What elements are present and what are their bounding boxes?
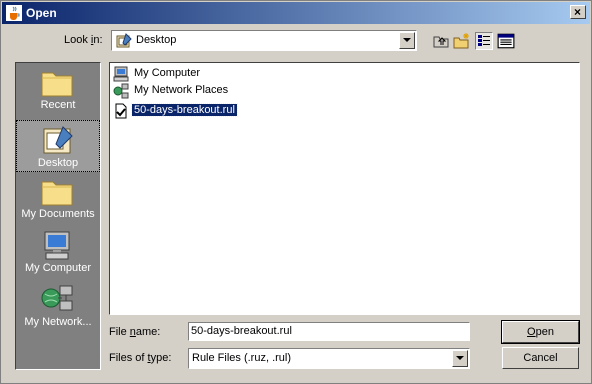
up-one-level-icon[interactable] <box>432 32 450 50</box>
desktop-icon <box>43 126 73 154</box>
document-icon <box>115 103 127 119</box>
places-bar: Recent Desktop My Documents My Computer … <box>15 62 101 370</box>
place-recent[interactable]: Recent <box>16 63 100 115</box>
file-name-label: File name: <box>109 326 161 338</box>
file-name-input[interactable] <box>191 325 461 337</box>
file-name: 50-days-breakout.rul <box>131 103 238 117</box>
desktop-icon <box>116 33 132 48</box>
place-label: My Network... <box>24 316 92 328</box>
file-type-dropdown-button[interactable] <box>452 350 468 367</box>
window-title: Open <box>26 6 57 20</box>
look-in-combo[interactable]: Desktop <box>111 30 417 51</box>
network-icon <box>113 83 129 99</box>
file-type-value: Rule Files (.ruz, .rul) <box>192 352 292 364</box>
details-view-icon[interactable] <box>497 32 515 50</box>
place-my-documents[interactable]: My Documents <box>16 172 100 224</box>
computer-icon <box>44 231 70 260</box>
place-label: My Computer <box>24 262 92 274</box>
file-type-combo[interactable]: Rule Files (.ruz, .rul) <box>188 348 470 369</box>
place-label: My Documents <box>21 208 95 220</box>
folder-icon <box>41 181 73 206</box>
file-name-field[interactable] <box>188 322 470 341</box>
network-icon <box>41 285 73 311</box>
list-view-icon[interactable] <box>475 32 493 50</box>
cancel-button[interactable]: Cancel <box>502 347 579 369</box>
place-label: Desktop <box>37 157 79 169</box>
close-icon: × <box>574 5 582 19</box>
file-name: My Network Places <box>134 84 229 96</box>
folder-icon <box>41 72 73 97</box>
place-desktop[interactable]: Desktop <box>16 120 100 172</box>
file-list[interactable]: My Computer My Network Places 50-days-br… <box>109 62 580 315</box>
file-type-label: Files of type: <box>109 352 172 364</box>
title-bar[interactable]: Open × <box>2 2 590 24</box>
look-in-label: Look in: <box>64 34 103 46</box>
open-dialog: Open × Look in: Desktop Recent Desktop M… <box>0 0 592 384</box>
place-my-network[interactable]: My Network... <box>16 280 100 332</box>
computer-icon <box>113 66 129 82</box>
java-cup-icon <box>6 5 22 21</box>
look-in-value: Desktop <box>136 34 177 46</box>
open-button[interactable]: Open <box>501 320 580 344</box>
place-label: Recent <box>40 99 76 111</box>
new-folder-icon[interactable] <box>453 32 471 50</box>
place-my-computer[interactable]: My Computer <box>16 226 100 278</box>
close-button[interactable]: × <box>570 5 586 19</box>
file-name: My Computer <box>134 67 201 79</box>
look-in-dropdown-button[interactable] <box>399 32 415 49</box>
